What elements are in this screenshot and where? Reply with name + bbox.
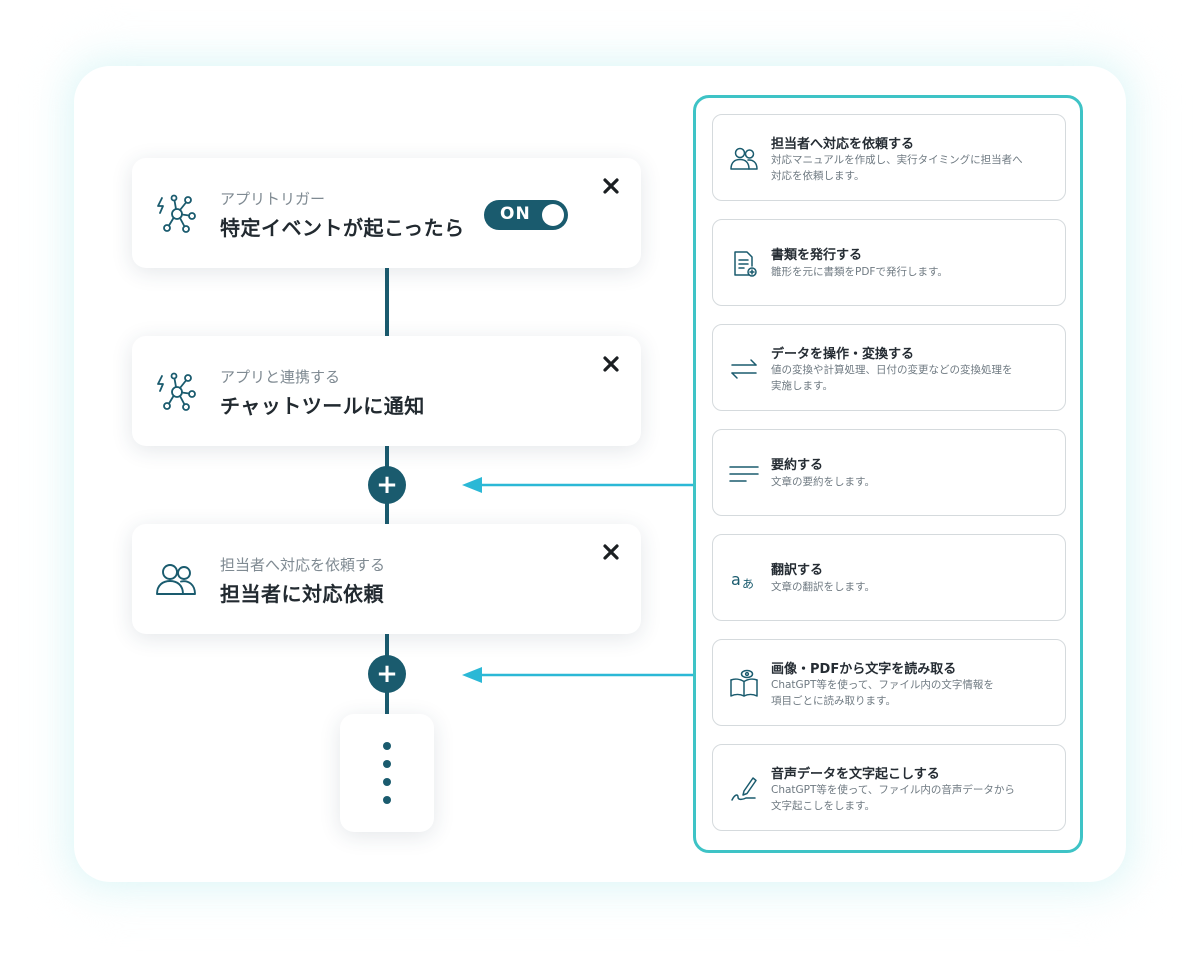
- action-description: 文章の翻訳をします。: [771, 581, 875, 593]
- pen-icon: [729, 774, 759, 804]
- trigger-card[interactable]: アプリトリガー 特定イベントが起こったら ON: [132, 158, 641, 268]
- action-item-transform[interactable]: データを操作・変換する 値の変換や計算処理、日付の変更などの変換処理を 実施します…: [712, 324, 1066, 411]
- connector-line: [385, 268, 389, 338]
- step-subtitle: アプリと連携する: [220, 368, 341, 386]
- close-icon[interactable]: [601, 354, 621, 374]
- toggle-label: ON: [500, 204, 531, 224]
- more-steps-card: [340, 714, 434, 832]
- svg-text:a: a: [731, 570, 741, 589]
- ellipsis-dot: [383, 760, 391, 768]
- step-title: 担当者に対応依頼: [220, 582, 384, 606]
- add-step-button[interactable]: +: [368, 655, 406, 693]
- action-title: 担当者へ対応を依頼する: [771, 137, 915, 152]
- action-description: ChatGPT等を使って、ファイル内の文字情報を 項目ごとに読み取ります。: [771, 679, 994, 707]
- close-icon[interactable]: [601, 176, 621, 196]
- action-item-summarize[interactable]: 要約する 文章の要約をします。: [712, 429, 1066, 516]
- arrow-left-icon: [462, 666, 696, 684]
- step-card-chat[interactable]: アプリと連携する チャットツールに通知: [132, 336, 641, 446]
- action-title: 書類を発行する: [771, 248, 863, 263]
- people-icon: [729, 144, 759, 174]
- action-list-panel: 担当者へ対応を依頼する 対応マニュアルを作成し、実行タイミングに担当者へ 対応を依…: [693, 95, 1083, 853]
- action-item-translate[interactable]: a あ 翻訳する 文章の翻訳をします。: [712, 534, 1066, 621]
- trigger-title: 特定イベントが起こったら: [220, 216, 465, 240]
- svg-text:あ: あ: [742, 577, 754, 591]
- book-eye-icon: [729, 669, 759, 699]
- ellipsis-dot: [383, 796, 391, 804]
- action-item-assign[interactable]: 担当者へ対応を依頼する 対応マニュアルを作成し、実行タイミングに担当者へ 対応を依…: [712, 114, 1066, 201]
- action-item-ocr[interactable]: 画像・PDFから文字を読み取る ChatGPT等を使って、ファイル内の文字情報を…: [712, 639, 1066, 726]
- arrows-swap-icon: [729, 354, 759, 384]
- ellipsis-dot: [383, 778, 391, 786]
- close-icon[interactable]: [601, 542, 621, 562]
- people-icon: [154, 558, 198, 602]
- ellipsis-dot: [383, 742, 391, 750]
- trigger-subtitle: アプリトリガー: [220, 190, 326, 208]
- action-item-transcribe[interactable]: 音声データを文字起こしする ChatGPT等を使って、ファイル内の音声データから…: [712, 744, 1066, 831]
- trigger-toggle[interactable]: ON: [484, 200, 568, 230]
- add-step-button[interactable]: +: [368, 466, 406, 504]
- action-title: 翻訳する: [771, 563, 824, 578]
- arrow-left-icon: [462, 476, 696, 494]
- document-icon: [729, 249, 759, 279]
- action-description: 値の変換や計算処理、日付の変更などの変換処理を 実施します。: [771, 364, 1013, 392]
- action-title: 要約する: [771, 458, 824, 473]
- action-title: 画像・PDFから文字を読み取る: [771, 662, 957, 677]
- network-lightning-icon: [154, 192, 198, 236]
- toggle-knob: [542, 204, 564, 226]
- action-item-document[interactable]: 書類を発行する 雛形を元に書類をPDFで発行します。: [712, 219, 1066, 306]
- step-subtitle: 担当者へ対応を依頼する: [220, 556, 386, 574]
- network-lightning-icon: [154, 370, 198, 414]
- step-title: チャットツールに通知: [220, 394, 425, 418]
- action-description: 対応マニュアルを作成し、実行タイミングに担当者へ 対応を依頼します。: [771, 154, 1023, 182]
- lines-icon: [729, 459, 759, 489]
- action-description: 雛形を元に書類をPDFで発行します。: [771, 266, 948, 278]
- action-title: 音声データを文字起こしする: [771, 767, 940, 782]
- translate-icon: a あ: [729, 564, 759, 594]
- action-description: 文章の要約をします。: [771, 476, 875, 488]
- action-title: データを操作・変換する: [771, 347, 915, 362]
- step-card-assign[interactable]: 担当者へ対応を依頼する 担当者に対応依頼: [132, 524, 641, 634]
- action-description: ChatGPT等を使って、ファイル内の音声データから 文字起こしをします。: [771, 784, 1015, 812]
